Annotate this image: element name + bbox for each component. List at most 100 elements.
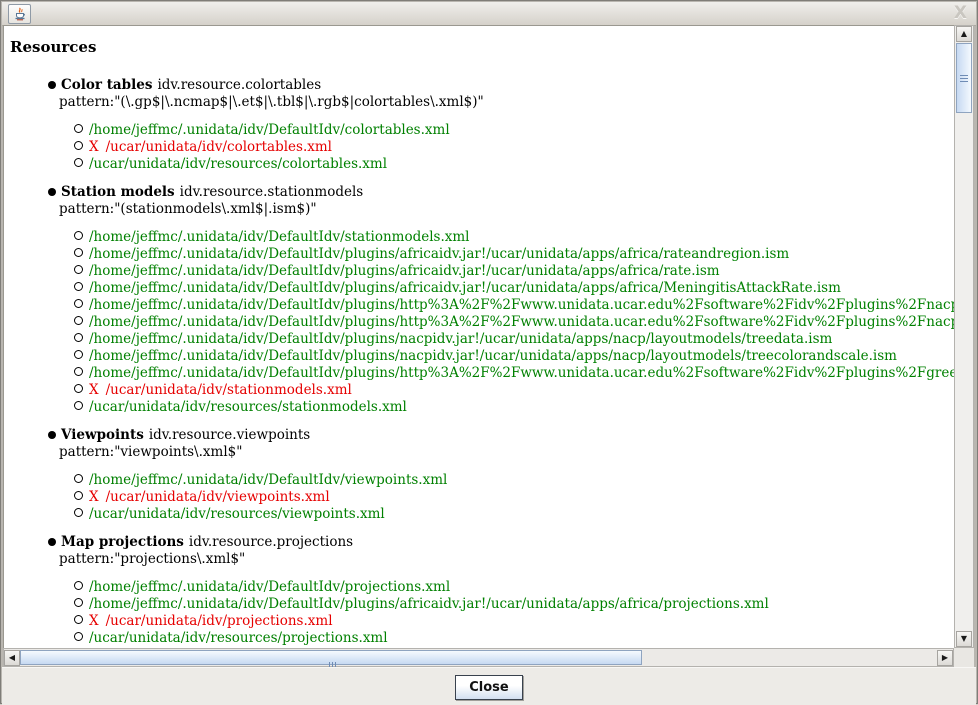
resource-path-item: /ucar/unidata/idv/resources/stationmodel… bbox=[10, 399, 954, 416]
missing-x-mark: X bbox=[89, 139, 99, 155]
horizontal-scrollbar[interactable]: ◀ ▶ bbox=[3, 648, 954, 667]
section-items: /home/jeffmc/.unidata/idv/DefaultIdv/sta… bbox=[10, 229, 954, 416]
resource-path-item: /home/jeffmc/.unidata/idv/DefaultIdv/plu… bbox=[10, 263, 954, 280]
resource-path-item: /ucar/unidata/idv/resources/projections.… bbox=[10, 630, 954, 647]
scroll-down-button[interactable]: ▼ bbox=[956, 631, 972, 647]
section-pattern: pattern:"(\.gp$|\.ncmap$|\.et$|\.tbl$|\.… bbox=[10, 94, 954, 111]
resource-path: /home/jeffmc/.unidata/idv/DefaultIdv/vie… bbox=[89, 472, 447, 488]
filled-bullet-icon bbox=[48, 81, 56, 89]
triangle-left-icon: ◀ bbox=[9, 653, 15, 662]
section-id: idv.resource.stationmodels bbox=[180, 184, 364, 200]
section-pattern: pattern:"(stationmodels\.xml$|.ism$)" bbox=[10, 201, 954, 218]
resource-path: /home/jeffmc/.unidata/idv/DefaultIdv/plu… bbox=[89, 365, 954, 381]
section-heading: Station modelsidv.resource.stationmodels bbox=[10, 184, 954, 201]
scrollbar-corner bbox=[954, 648, 974, 667]
resources-viewport: Resources Color tablesidv.resource.color… bbox=[3, 25, 954, 648]
vertical-scrollbar[interactable]: ▲ ▼ bbox=[954, 25, 974, 648]
close-button[interactable]: Close bbox=[455, 675, 523, 700]
resource-path: /ucar/unidata/idv/viewpoints.xml bbox=[106, 489, 330, 505]
sections: Color tablesidv.resource.colortablespatt… bbox=[10, 77, 954, 648]
hollow-circle-bullet-icon bbox=[74, 401, 83, 410]
resource-path: /ucar/unidata/idv/resources/projections.… bbox=[89, 630, 388, 646]
resource-path-item: /home/jeffmc/.unidata/idv/DefaultIdv/vie… bbox=[10, 472, 954, 489]
window-titlebar[interactable]: X bbox=[2, 2, 976, 26]
resource-path: /home/jeffmc/.unidata/idv/DefaultIdv/plu… bbox=[89, 297, 954, 313]
missing-x-mark: X bbox=[89, 613, 99, 629]
resource-path: /ucar/unidata/idv/resources/viewpoints.x… bbox=[89, 506, 385, 522]
resource-path-item: X/ucar/unidata/idv/projections.xml bbox=[10, 613, 954, 630]
resources-scrollpane: Resources Color tablesidv.resource.color… bbox=[3, 25, 975, 667]
triangle-right-icon: ▶ bbox=[942, 653, 948, 662]
resource-path-item: /home/jeffmc/.unidata/idv/DefaultIdv/plu… bbox=[10, 280, 954, 297]
hollow-circle-bullet-icon bbox=[74, 158, 83, 167]
scroll-up-button[interactable]: ▲ bbox=[956, 26, 972, 42]
resource-path-item: X/ucar/unidata/idv/colortables.xml bbox=[10, 139, 954, 156]
hollow-circle-bullet-icon bbox=[74, 124, 83, 133]
scrollbar-grip-icon bbox=[960, 75, 968, 84]
resource-path-item: /ucar/unidata/idv/resources/viewpoints.x… bbox=[10, 506, 954, 523]
section-pattern: pattern:"projections\.xml$" bbox=[10, 551, 954, 568]
resource-path-item: /ucar/unidata/idv/resources/colortables.… bbox=[10, 156, 954, 173]
resource-path-item: /home/jeffmc/.unidata/idv/DefaultIdv/plu… bbox=[10, 297, 954, 314]
section-name: Color tables bbox=[61, 77, 152, 93]
hollow-circle-bullet-icon bbox=[74, 367, 83, 376]
resource-path-item: /home/jeffmc/.unidata/idv/DefaultIdv/col… bbox=[10, 122, 954, 139]
resource-path-item: X/ucar/unidata/idv/stationmodels.xml bbox=[10, 382, 954, 399]
resource-path-item: /home/jeffmc/.unidata/idv/DefaultIdv/plu… bbox=[10, 314, 954, 331]
resource-section: Viewpoints idv.resource.viewpointspattern… bbox=[10, 427, 954, 523]
section-pattern: pattern:"viewpoints\.xml$" bbox=[10, 444, 954, 461]
triangle-down-icon: ▼ bbox=[961, 634, 967, 643]
java-coffee-cup-icon bbox=[13, 7, 27, 21]
resource-path: /home/jeffmc/.unidata/idv/DefaultIdv/plu… bbox=[89, 348, 897, 364]
java-app-menu-button[interactable] bbox=[8, 4, 31, 24]
resource-path-item: /home/jeffmc/.unidata/idv/DefaultIdv/plu… bbox=[10, 246, 954, 263]
hollow-circle-bullet-icon bbox=[74, 598, 83, 607]
hollow-circle-bullet-icon bbox=[74, 350, 83, 359]
resource-section: Station modelsidv.resource.stationmodels… bbox=[10, 184, 954, 416]
resource-path: /ucar/unidata/idv/projections.xml bbox=[106, 613, 333, 629]
hollow-circle-bullet-icon bbox=[74, 384, 83, 393]
hollow-circle-bullet-icon bbox=[74, 581, 83, 590]
resource-path-item: /home/jeffmc/.unidata/idv/DefaultIdv/plu… bbox=[10, 331, 954, 348]
resources-window: X Resources Color tablesidv.resource.col… bbox=[0, 0, 978, 704]
section-id: idv.resource.viewpoints bbox=[149, 427, 310, 443]
hollow-circle-bullet-icon bbox=[74, 265, 83, 274]
resource-path: /ucar/unidata/idv/colortables.xml bbox=[106, 139, 332, 155]
scroll-right-button[interactable]: ▶ bbox=[937, 650, 953, 666]
resource-path: /ucar/unidata/idv/stationmodels.xml bbox=[106, 382, 352, 398]
resource-path-item: X/ucar/unidata/idv/viewpoints.xml bbox=[10, 489, 954, 506]
triangle-up-icon: ▲ bbox=[961, 29, 967, 38]
scrollbar-grip-icon bbox=[329, 654, 338, 661]
resource-path: /ucar/unidata/idv/resources/stationmodel… bbox=[89, 399, 407, 415]
hollow-circle-bullet-icon bbox=[74, 474, 83, 483]
resource-path-item: /home/jeffmc/.unidata/idv/DefaultIdv/plu… bbox=[10, 365, 954, 382]
horizontal-scrollbar-thumb[interactable] bbox=[20, 650, 642, 665]
section-name: Viewpoints bbox=[61, 427, 144, 443]
section-heading: Map projections idv.resource.projections bbox=[10, 534, 954, 551]
hollow-circle-bullet-icon bbox=[74, 141, 83, 150]
resource-path: /home/jeffmc/.unidata/idv/DefaultIdv/col… bbox=[89, 122, 450, 138]
resource-path: /home/jeffmc/.unidata/idv/DefaultIdv/plu… bbox=[89, 263, 720, 279]
scroll-left-button[interactable]: ◀ bbox=[4, 650, 20, 666]
dialog-button-bar: Close bbox=[2, 667, 976, 705]
resource-path-item: /home/jeffmc/.unidata/idv/DefaultIdv/plu… bbox=[10, 348, 954, 365]
hollow-circle-bullet-icon bbox=[74, 632, 83, 641]
resource-path: /home/jeffmc/.unidata/idv/DefaultIdv/plu… bbox=[89, 596, 769, 612]
section-id: idv.resource.colortables bbox=[157, 77, 321, 93]
resource-section: Map projections idv.resource.projectionsp… bbox=[10, 534, 954, 648]
section-name: Map projections bbox=[61, 534, 184, 550]
resource-section: Color tables idv.resource.colortablespatt… bbox=[10, 77, 954, 173]
hollow-circle-bullet-icon bbox=[74, 248, 83, 257]
resource-path: /ucar/unidata/idv/resources/colortables.… bbox=[89, 156, 387, 172]
hollow-circle-bullet-icon bbox=[74, 299, 83, 308]
resource-path: /home/jeffmc/.unidata/idv/DefaultIdv/plu… bbox=[89, 246, 789, 262]
section-id: idv.resource.projections bbox=[189, 534, 353, 550]
filled-bullet-icon bbox=[48, 188, 56, 196]
hollow-circle-bullet-icon bbox=[74, 282, 83, 291]
hollow-circle-bullet-icon bbox=[74, 508, 83, 517]
section-heading: Viewpoints idv.resource.viewpoints bbox=[10, 427, 954, 444]
resources-report: Resources Color tablesidv.resource.color… bbox=[4, 26, 954, 648]
vertical-scrollbar-thumb[interactable] bbox=[956, 43, 972, 113]
window-close-icon[interactable]: X bbox=[954, 2, 967, 25]
filled-bullet-icon bbox=[48, 538, 56, 546]
